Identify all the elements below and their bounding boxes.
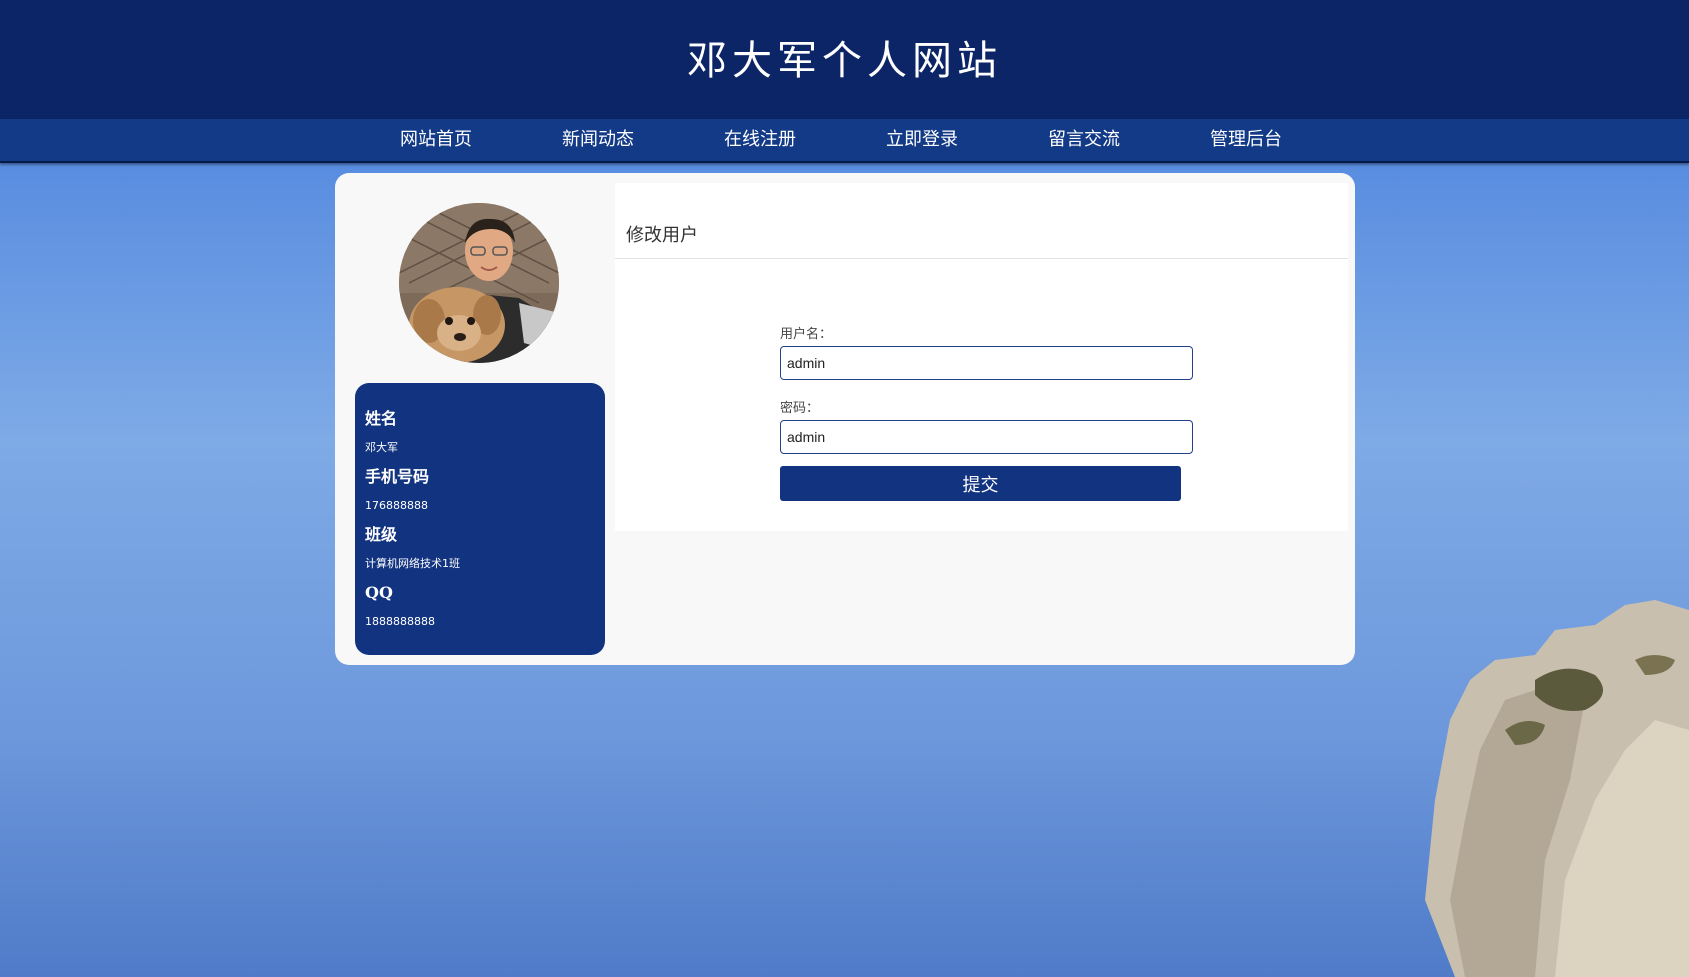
edit-user-form: 修改用户 用户名： 密码： 提交 [615, 183, 1348, 531]
nav-item-login[interactable]: 立即登录 [886, 119, 958, 161]
profile-phone-value: 176888888 [365, 499, 428, 512]
site-title: 邓大军个人网站 [687, 37, 1002, 84]
form-title: 修改用户 [626, 225, 698, 246]
username-label: 用户名： [780, 327, 833, 342]
profile-panel: 姓名 邓大军 手机号码 176888888 班级 计算机网络技术1班 QQ 18… [355, 383, 605, 655]
username-input[interactable] [780, 346, 1193, 380]
password-input[interactable] [780, 420, 1193, 454]
profile-class-label: 班级 [365, 525, 398, 544]
site-header: 邓大军个人网站 [0, 0, 1689, 119]
profile-name-label: 姓名 [365, 409, 398, 428]
nav-item-message[interactable]: 留言交流 [1048, 119, 1120, 161]
profile-qq-value: 1888888888 [365, 615, 435, 628]
password-label: 密码： [780, 401, 820, 416]
cliff-background-image [1425, 600, 1689, 977]
avatar [399, 203, 559, 363]
form-header: 修改用户 [615, 183, 1348, 259]
profile-name-value: 邓大军 [365, 441, 398, 454]
profile-phone-label: 手机号码 [365, 467, 430, 486]
submit-button[interactable]: 提交 [780, 466, 1181, 501]
profile-qq-label: QQ [365, 583, 393, 602]
nav-item-home[interactable]: 网站首页 [400, 119, 472, 161]
content-card: 姓名 邓大军 手机号码 176888888 班级 计算机网络技术1班 QQ 18… [335, 173, 1355, 665]
nav-item-news[interactable]: 新闻动态 [562, 119, 634, 161]
nav-item-admin[interactable]: 管理后台 [1210, 119, 1282, 161]
nav-item-register[interactable]: 在线注册 [724, 119, 796, 161]
profile-class-value: 计算机网络技术1班 [365, 557, 460, 570]
main-nav: 网站首页 新闻动态 在线注册 立即登录 留言交流 管理后台 [0, 119, 1689, 163]
user-photo-icon [399, 203, 559, 363]
